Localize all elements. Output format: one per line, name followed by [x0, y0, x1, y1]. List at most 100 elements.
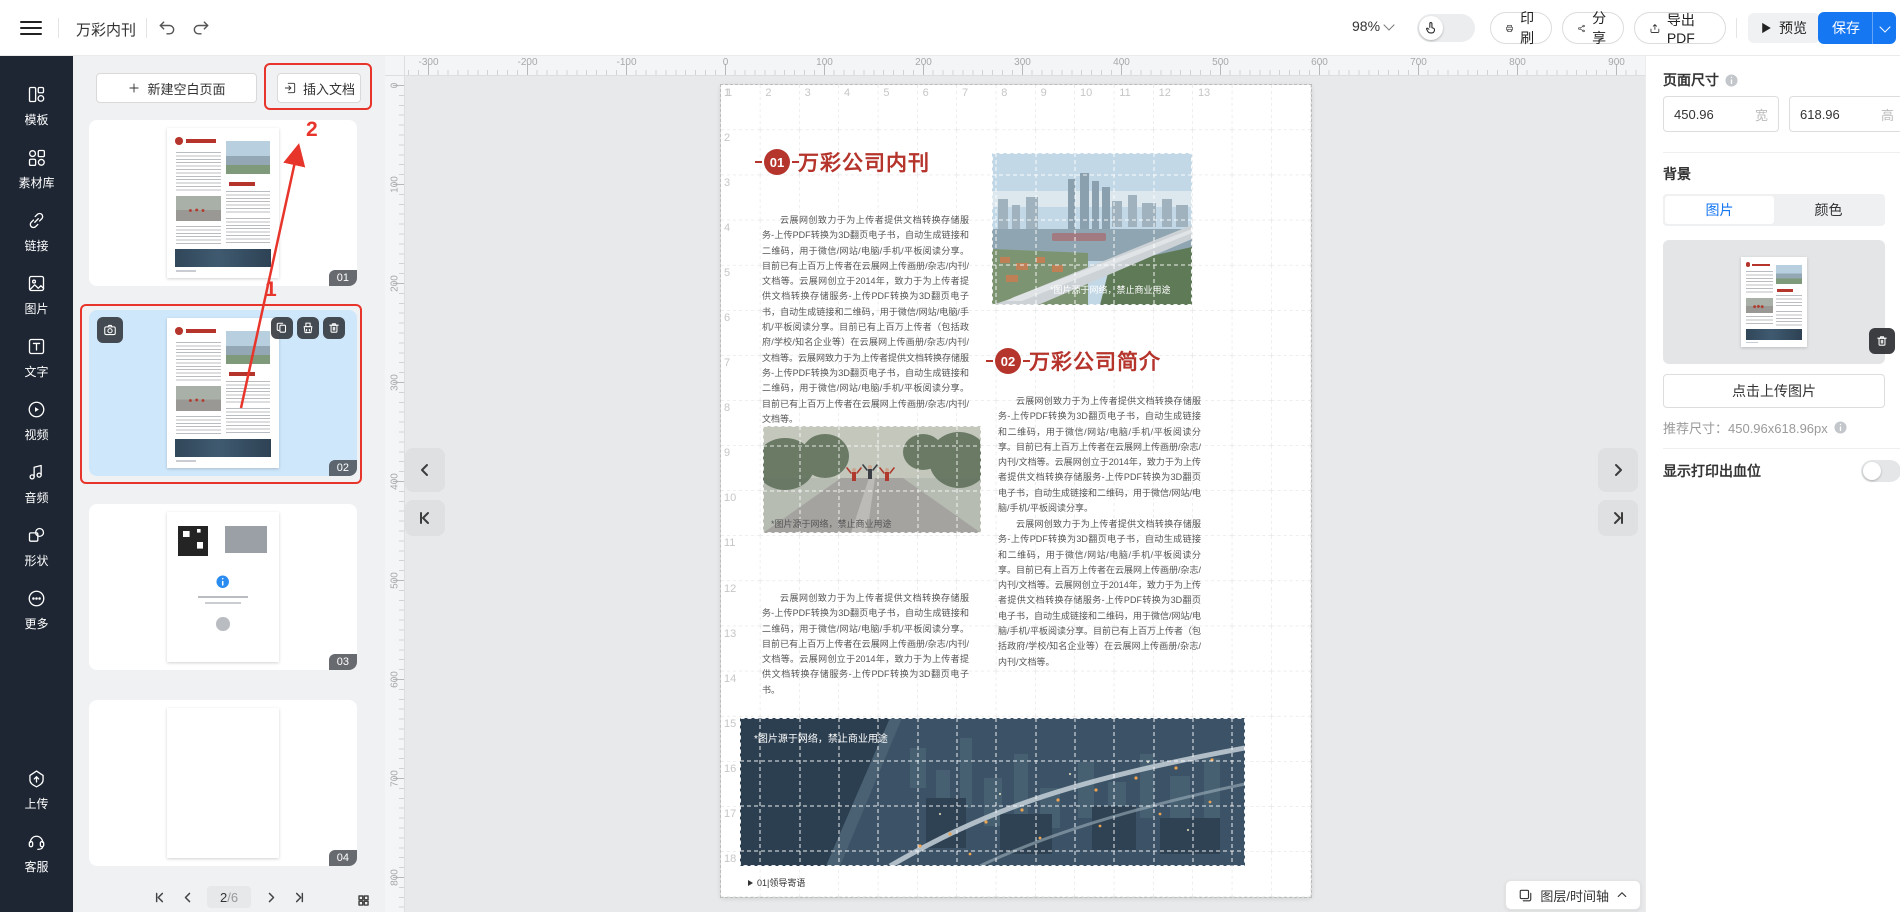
camera-icon [103, 323, 117, 337]
tab-background-color[interactable]: 颜色 [1774, 196, 1883, 224]
section-1-badge: 01 [764, 149, 790, 175]
page-thumbnail-3[interactable]: 03 [89, 504, 357, 670]
last-page-button[interactable] [291, 889, 307, 905]
sidebar-item-templates[interactable]: 模板 [0, 74, 73, 137]
page-thumbnail-2-selected[interactable]: 02 [89, 310, 357, 476]
sidebar-bottom-group: 上传 客服 [0, 758, 73, 912]
export-pdf-button[interactable]: 导出PDF [1634, 12, 1726, 44]
layers-timeline-label: 图层/时间轴 [1540, 886, 1609, 905]
section-1-heading[interactable]: 01 万彩公司内刊 [764, 147, 930, 177]
page-height-input[interactable] [1800, 107, 1870, 122]
image-icon [26, 273, 47, 294]
snapshot-camera-button[interactable] [97, 317, 123, 343]
paragraph-right-1[interactable]: 云展网创致力于为上传者提供文档转换存储服务-上传PDF转换为3D翻页电子书，自动… [998, 394, 1201, 516]
preview-button[interactable]: 预览 [1748, 13, 1820, 43]
paragraph-right-2[interactable]: 云展网创致力于为上传者提供文档转换存储服务-上传PDF转换为3D翻页电子书，自动… [998, 517, 1201, 670]
ruler-label: -200 [478, 57, 577, 68]
save-dropdown[interactable] [1872, 12, 1896, 44]
document-page[interactable]: 12345678910111213 1234567891011121314151… [721, 85, 1311, 897]
trash-icon [327, 321, 341, 335]
last-page-nav-button[interactable] [1598, 500, 1638, 536]
image-caption-overlay: *图片源于网络，禁止商业用途 [1050, 284, 1171, 295]
recommended-size-text: 推荐尺寸：450.96x618.96px [1663, 418, 1847, 437]
remove-background-button[interactable] [1869, 328, 1895, 354]
page-width-field: 宽 [1663, 96, 1779, 132]
page-footer-text[interactable]: 01|领导寄语 [748, 876, 805, 889]
ruler-label: 200 [874, 57, 973, 68]
sidebar-item-label: 链接 [24, 237, 48, 254]
sidebar-item-video[interactable]: 视频 [0, 389, 73, 452]
previous-page-button[interactable] [179, 889, 195, 905]
page-image-people-road[interactable]: *图片源于网络，禁止商业用途 [763, 426, 981, 533]
page-image-city-river[interactable]: *图片源于网络，禁止商业用途 [992, 153, 1192, 305]
tab-background-image[interactable]: 图片 [1665, 196, 1774, 224]
divider [1736, 18, 1737, 38]
ruler-label: 400 [385, 472, 405, 492]
redo-icon[interactable] [188, 15, 214, 41]
next-page-button[interactable] [263, 889, 279, 905]
sidebar-item-audio[interactable]: 音频 [0, 452, 73, 515]
page-preview-3 [167, 512, 279, 662]
hamburger-menu-icon[interactable] [20, 17, 42, 39]
first-page-nav-button[interactable] [405, 500, 445, 536]
sidebar-item-links[interactable]: 链接 [0, 200, 73, 263]
previous-page-nav-button[interactable] [405, 448, 445, 492]
new-blank-page-label: 新建空白页面 [147, 79, 225, 98]
ruler-label: 700 [385, 769, 405, 789]
grid-view-button[interactable] [355, 892, 371, 908]
sidebar-item-shapes[interactable]: 形状 [0, 515, 73, 578]
sidebar-item-support[interactable]: 客服 [0, 821, 73, 884]
sidebar-item-text[interactable]: 文字 [0, 326, 73, 389]
printer-icon [1505, 21, 1514, 36]
sidebar-item-label: 客服 [24, 858, 48, 875]
insert-document-button[interactable]: 插入文档 [277, 73, 361, 103]
page-thumbnail-1[interactable]: 01 [89, 120, 357, 286]
ruler-label: 400 [1072, 57, 1171, 68]
divider [1663, 448, 1900, 449]
paragraph-left-1[interactable]: 云展网创致力于为上传者提供文档转换存储服务-上传PDF转换为3D翻页电子书，自动… [762, 213, 969, 427]
bleed-toggle-off[interactable] [1861, 460, 1900, 482]
link-icon [26, 210, 47, 231]
layers-timeline-button[interactable]: 图层/时间轴 [1505, 880, 1641, 910]
sidebar-item-upload[interactable]: 上传 [0, 758, 73, 821]
toggle-knob [1863, 462, 1881, 480]
upload-background-button[interactable]: 点击上传图片 [1663, 374, 1885, 408]
ruler-label: 800 [385, 868, 405, 888]
ruler-label: 100 [385, 175, 405, 195]
duplicate-page-button[interactable] [271, 317, 293, 339]
drag-mode-toggle[interactable] [1417, 14, 1475, 42]
ruler-label: 200 [385, 274, 405, 294]
undo-icon[interactable] [154, 15, 180, 41]
page-number-badge: 04 [329, 850, 357, 866]
sidebar-item-images[interactable]: 图片 [0, 263, 73, 326]
new-blank-page-button[interactable]: 新建空白页面 [96, 73, 257, 103]
delete-page-button[interactable] [323, 317, 345, 339]
share-icon [1577, 21, 1586, 36]
info-icon[interactable] [1725, 74, 1738, 87]
sidebar-item-assets[interactable]: 素材库 [0, 137, 73, 200]
clear-page-button[interactable] [297, 317, 319, 339]
share-button[interactable]: 分享 [1562, 12, 1624, 44]
page-thumbnail-4[interactable]: 04 [89, 700, 357, 866]
page-image-dusk-city[interactable]: *图片源于网络，禁止商业用途 [740, 718, 1245, 866]
plus-icon [127, 81, 141, 95]
page-indicator[interactable]: 2/6 [207, 886, 251, 908]
print-button[interactable]: 印刷 [1490, 12, 1552, 44]
ruler-corner [385, 56, 405, 76]
save-button-label: 保存 [1818, 18, 1872, 38]
canvas-area[interactable]: -300-200-1000100200300400500600700800900… [385, 56, 1645, 912]
page-width-input[interactable] [1674, 107, 1744, 122]
background-preview[interactable] [1663, 240, 1885, 364]
page-height-field: 高 [1789, 96, 1900, 132]
paragraph-left-2[interactable]: 云展网创致力于为上传者提供文档转换存储服务-上传PDF转换为3D翻页电子书，自动… [762, 591, 969, 698]
section-2-heading[interactable]: 02 万彩公司简介 [995, 346, 1161, 376]
first-page-button[interactable] [151, 889, 167, 905]
zoom-level-dropdown[interactable]: 98% [1352, 18, 1393, 34]
info-icon[interactable] [1834, 421, 1847, 434]
total-pages: 6 [231, 890, 238, 905]
save-button[interactable]: 保存 [1818, 12, 1896, 44]
template-icon [26, 84, 47, 105]
sidebar-item-more[interactable]: 更多 [0, 578, 73, 641]
chevron-down-icon [1383, 19, 1394, 30]
next-page-nav-button[interactable] [1598, 448, 1638, 492]
